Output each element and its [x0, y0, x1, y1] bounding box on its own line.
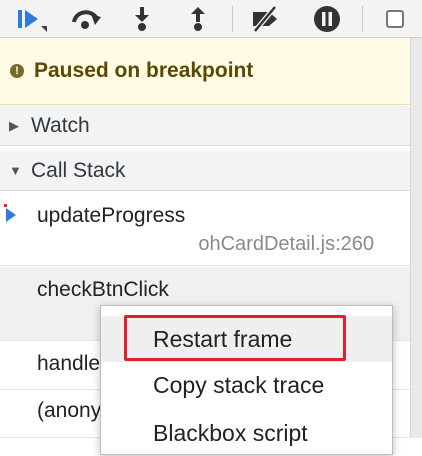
step-over-button[interactable]: [66, 4, 106, 34]
step-over-icon: [72, 10, 101, 29]
menu-item-blackbox-script[interactable]: Blackbox script: [101, 410, 392, 456]
async-checkbox[interactable]: [380, 4, 410, 34]
collapse-triangle-icon: ▼: [9, 163, 22, 178]
frame-location[interactable]: ohCardDetail.js:260: [198, 233, 374, 256]
breakpoint-dot: [4, 204, 7, 207]
call-stack-section-header[interactable]: ▼ Call Stack: [0, 151, 410, 191]
toolbar-separator: [362, 6, 363, 32]
debugger-toolbar: [0, 0, 422, 38]
deactivate-breakpoints-icon: [253, 5, 277, 33]
frame-name: checkBtnClick: [37, 278, 169, 301]
info-icon: !: [10, 64, 24, 78]
pause-on-exceptions-button[interactable]: [307, 4, 347, 34]
section-label: Call Stack: [31, 158, 126, 182]
highlight-annotation: [124, 315, 346, 361]
pause-exceptions-icon: [314, 6, 340, 32]
paused-message: Paused on breakpoint: [34, 59, 254, 82]
current-frame-arrow-icon: [6, 208, 16, 222]
menu-item-copy-stack-trace[interactable]: Copy stack trace: [101, 362, 392, 408]
call-frame[interactable]: updateProgress ohCardDetail.js:260: [0, 192, 410, 266]
watch-section-header[interactable]: ▶ Watch: [0, 106, 410, 146]
step-out-button[interactable]: [180, 4, 216, 34]
step-out-icon: [191, 7, 205, 31]
resume-icon: [18, 10, 47, 32]
frame-name: (anony: [37, 399, 102, 422]
frame-name: handle: [37, 352, 101, 375]
checkbox-box[interactable]: [386, 10, 404, 28]
deactivate-breakpoints-button[interactable]: [245, 4, 287, 34]
step-into-icon: [135, 7, 149, 31]
menu-item-label: Blackbox script: [153, 419, 308, 446]
toolbar-separator: [232, 6, 233, 32]
step-into-button[interactable]: [124, 4, 160, 34]
section-label: Watch: [31, 113, 90, 137]
menu-item-label: Copy stack trace: [153, 371, 325, 398]
frame-name: updateProgress: [37, 204, 186, 227]
context-menu: Restart frame Copy stack trace Blackbox …: [100, 305, 393, 455]
expand-triangle-icon: ▶: [9, 117, 19, 133]
scrollbar[interactable]: [410, 38, 422, 438]
paused-banner: ! Paused on breakpoint: [0, 38, 410, 105]
resume-button[interactable]: [10, 4, 54, 34]
